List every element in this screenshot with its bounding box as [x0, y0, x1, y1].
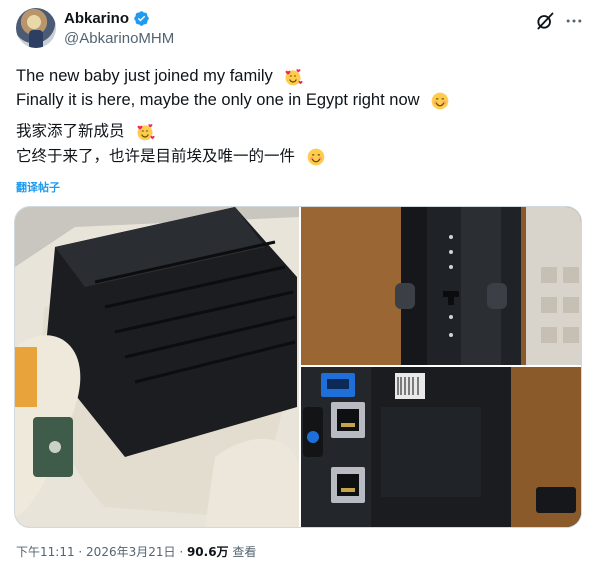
tweet-text-line-3: 我家添了新成员 [16, 120, 156, 142]
photo-console-in-bag[interactable] [15, 207, 299, 527]
tweet-text: The new baby just joined my family [16, 67, 273, 85]
smiling-face-with-hearts-icon [137, 123, 156, 140]
tweet-date[interactable]: 2026年3月21日 [86, 545, 175, 559]
avatar[interactable] [16, 8, 56, 48]
media-grid [14, 206, 582, 528]
footer-separator: · [175, 545, 187, 559]
views-label[interactable]: 查看 [232, 545, 256, 559]
verified-badge-icon [134, 11, 149, 26]
smiling-face-icon [307, 148, 325, 165]
tweet-footer: 下午11:11 · 2026年3月21日 · 90.6万 查看 [16, 543, 256, 560]
grok-button[interactable] [534, 10, 556, 32]
tweet-text: 我家添了新成员 [16, 122, 125, 140]
tweet-time[interactable]: 下午11:11 [16, 545, 75, 559]
more-button[interactable] [563, 10, 585, 32]
tweet-text-line-1: The new baby just joined my family [16, 65, 303, 87]
tweet-card: Abkarino @AbkarinoMHM The new baby just … [0, 0, 592, 569]
author-handle[interactable]: @AbkarinoMHM [64, 30, 174, 47]
smiling-face-icon [431, 92, 449, 109]
tweet-text: 它终于来了，也许是目前埃及唯一的一件 [16, 147, 296, 165]
author-name-row: Abkarino [64, 10, 150, 27]
grok-icon [537, 12, 554, 30]
display-name[interactable]: Abkarino [64, 10, 129, 27]
smiling-face-with-hearts-icon [285, 68, 303, 85]
footer-separator: · [74, 545, 87, 559]
tweet-text: Finally it is here, maybe the only one i… [16, 91, 420, 109]
tweet-text-line-2: Finally it is here, maybe the only one i… [16, 89, 450, 111]
more-icon [566, 19, 582, 23]
translate-post-link[interactable]: 翻译帖子 [16, 179, 60, 195]
photo-console-rear-ports[interactable] [301, 367, 581, 527]
tweet-text-line-4: 它终于来了，也许是目前埃及唯一的一件 [16, 145, 326, 167]
view-count: 90.6万 [186, 545, 229, 559]
photo-console-side[interactable] [301, 207, 581, 365]
